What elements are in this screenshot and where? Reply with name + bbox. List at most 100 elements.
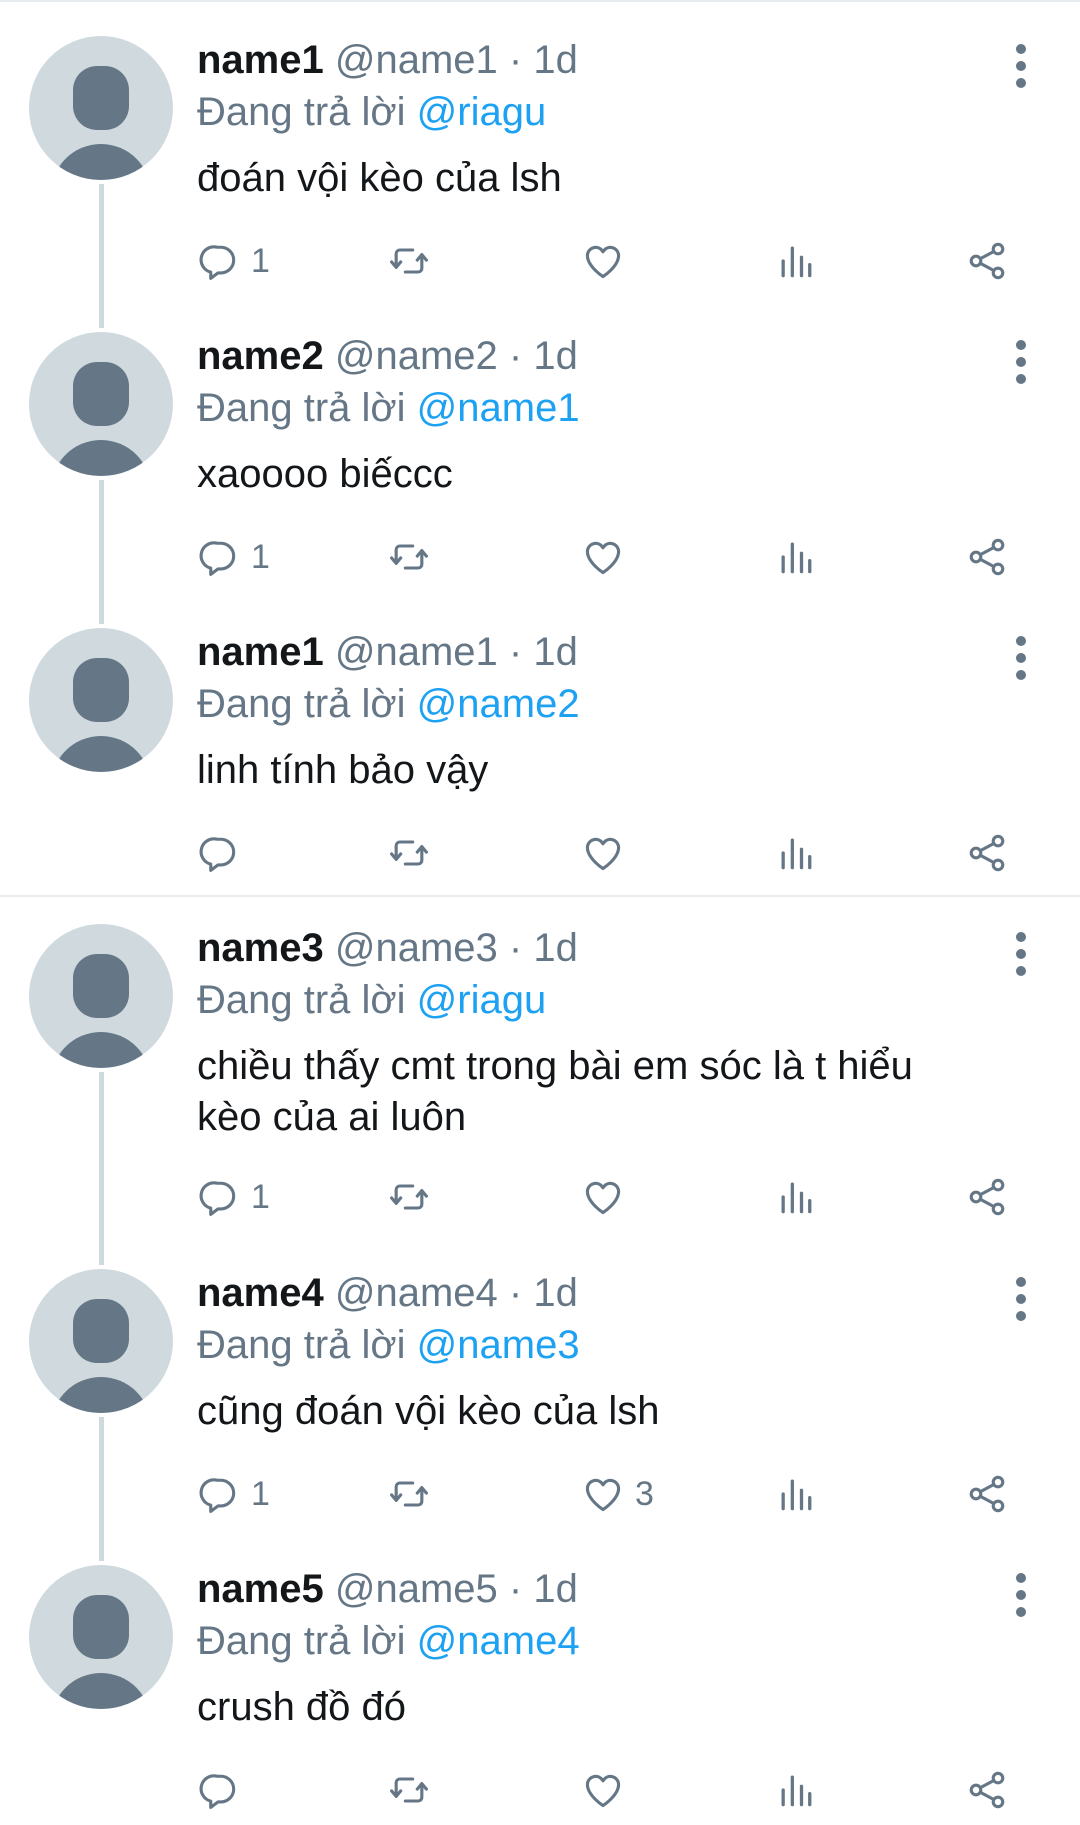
display-name[interactable]: name4	[197, 1271, 324, 1315]
tweet[interactable]: name5 @name5 · 1d Đang trả lời @name4 cr…	[0, 1529, 1080, 1825]
share-button[interactable]	[965, 235, 1009, 287]
tweet-header: name2 @name2 · 1d	[197, 330, 987, 382]
user-handle[interactable]: @name2	[335, 334, 498, 378]
display-name[interactable]: name3	[197, 926, 324, 970]
heart-icon	[585, 1181, 621, 1215]
more-options-button[interactable]	[1011, 340, 1031, 384]
like-button[interactable]	[581, 531, 635, 583]
avatar[interactable]	[29, 1269, 173, 1413]
analytics-button[interactable]	[774, 827, 818, 879]
tweet-content: name3 @name3 · 1d Đang trả lời @riagu ch…	[197, 922, 987, 1143]
timestamp[interactable]: 1d	[533, 630, 578, 674]
like-button[interactable]	[581, 235, 635, 287]
reply-button[interactable]: 1	[197, 235, 270, 287]
avatar-head-shape	[73, 362, 129, 426]
reply-button[interactable]: 1	[197, 531, 270, 583]
avatar[interactable]	[29, 628, 173, 772]
share-button[interactable]	[965, 1468, 1009, 1520]
retweet-button[interactable]	[387, 235, 431, 287]
replying-to-label: Đang trả lời	[197, 978, 406, 1022]
mention-link[interactable]: @riagu	[417, 90, 547, 134]
separator-dot: ·	[508, 1567, 523, 1611]
share-icon	[969, 1771, 1005, 1809]
share-icon	[969, 1475, 1005, 1513]
tweet-content: name1 @name1 · 1d Đang trả lời @name2 li…	[197, 626, 987, 796]
avatar[interactable]	[29, 36, 173, 180]
reply-icon	[199, 245, 236, 280]
more-options-button[interactable]	[1011, 636, 1031, 680]
share-button[interactable]	[965, 531, 1009, 583]
tweet[interactable]: name3 @name3 · 1d Đang trả lời @riagu ch…	[0, 888, 1080, 1265]
tweet[interactable]: name4 @name4 · 1d Đang trả lời @name3 cũ…	[0, 1233, 1080, 1561]
heart-icon	[585, 541, 621, 575]
more-options-button[interactable]	[1011, 1277, 1031, 1321]
tweet-header: name4 @name4 · 1d	[197, 1267, 987, 1319]
like-button[interactable]	[581, 1764, 635, 1816]
tweet-text: cũng đoán vội kèo của lsh	[197, 1389, 660, 1433]
user-handle[interactable]: @name1	[335, 38, 498, 82]
user-handle[interactable]: @name4	[335, 1271, 498, 1315]
timestamp[interactable]: 1d	[533, 926, 578, 970]
more-options-button[interactable]	[1011, 1573, 1031, 1617]
avatar-shoulders-shape	[51, 440, 151, 476]
user-handle[interactable]: @name3	[335, 926, 498, 970]
tweet[interactable]: name2 @name2 · 1d Đang trả lời @name1 xa…	[0, 296, 1080, 624]
analytics-button[interactable]	[774, 1171, 818, 1223]
avatar[interactable]	[29, 332, 173, 476]
replying-to-label: Đang trả lời	[197, 1323, 406, 1367]
avatar-shoulders-shape	[51, 736, 151, 772]
timestamp[interactable]: 1d	[533, 38, 578, 82]
heart-icon	[585, 837, 621, 871]
mention-link[interactable]: @riagu	[417, 978, 547, 1022]
thread-2: name3 @name3 · 1d Đang trả lời @riagu ch…	[0, 888, 1080, 1825]
like-button[interactable]	[581, 827, 635, 879]
retweet-button[interactable]	[387, 1764, 431, 1816]
share-button[interactable]	[965, 827, 1009, 879]
analytics-button[interactable]	[774, 531, 818, 583]
tweet[interactable]: name1 @name1 · 1d Đang trả lời @name2 li…	[0, 592, 1080, 888]
reply-icon	[199, 837, 236, 872]
retweet-button[interactable]	[387, 531, 431, 583]
retweet-button[interactable]	[387, 1171, 431, 1223]
analytics-icon	[781, 542, 812, 574]
tweet[interactable]: name1 @name1 · 1d Đang trả lời @riagu đo…	[0, 0, 1080, 328]
avatar[interactable]	[29, 924, 173, 1068]
mention-link[interactable]: @name2	[417, 682, 580, 726]
mention-link[interactable]: @name4	[417, 1619, 580, 1663]
analytics-button[interactable]	[774, 235, 818, 287]
display-name[interactable]: name5	[197, 1567, 324, 1611]
retweet-icon	[390, 1481, 428, 1507]
analytics-button[interactable]	[774, 1468, 818, 1520]
timestamp[interactable]: 1d	[533, 1567, 578, 1611]
timestamp[interactable]: 1d	[533, 1271, 578, 1315]
retweet-button[interactable]	[387, 827, 431, 879]
reply-button[interactable]: 1	[197, 1171, 270, 1223]
more-options-button[interactable]	[1011, 932, 1031, 976]
display-name[interactable]: name1	[197, 38, 324, 82]
mention-link[interactable]: @name3	[417, 1323, 580, 1367]
reply-button[interactable]	[197, 827, 251, 879]
avatar[interactable]	[29, 1565, 173, 1709]
tweet-text: chiều thấy cmt trong bài em sóc là t hiể…	[197, 1044, 913, 1139]
like-button[interactable]	[581, 1171, 635, 1223]
retweet-icon	[390, 248, 428, 274]
reply-button[interactable]: 1	[197, 1468, 270, 1520]
user-handle[interactable]: @name5	[335, 1567, 498, 1611]
more-vertical-icon-dot	[1016, 61, 1026, 71]
analytics-button[interactable]	[774, 1764, 818, 1816]
user-handle[interactable]: @name1	[335, 630, 498, 674]
display-name[interactable]: name2	[197, 334, 324, 378]
tweet-text: linh tính bảo vậy	[197, 748, 489, 792]
avatar-head-shape	[73, 658, 129, 722]
display-name[interactable]: name1	[197, 630, 324, 674]
share-button[interactable]	[965, 1171, 1009, 1223]
timestamp[interactable]: 1d	[533, 334, 578, 378]
mention-link[interactable]: @name1	[417, 386, 580, 430]
share-button[interactable]	[965, 1764, 1009, 1816]
tweet-content: name1 @name1 · 1d Đang trả lời @riagu đo…	[197, 34, 987, 204]
reply-button[interactable]	[197, 1764, 251, 1816]
more-vertical-icon-dot	[1016, 670, 1026, 680]
retweet-button[interactable]	[387, 1468, 431, 1520]
like-button[interactable]: 3	[581, 1468, 654, 1520]
more-options-button[interactable]	[1011, 44, 1031, 88]
